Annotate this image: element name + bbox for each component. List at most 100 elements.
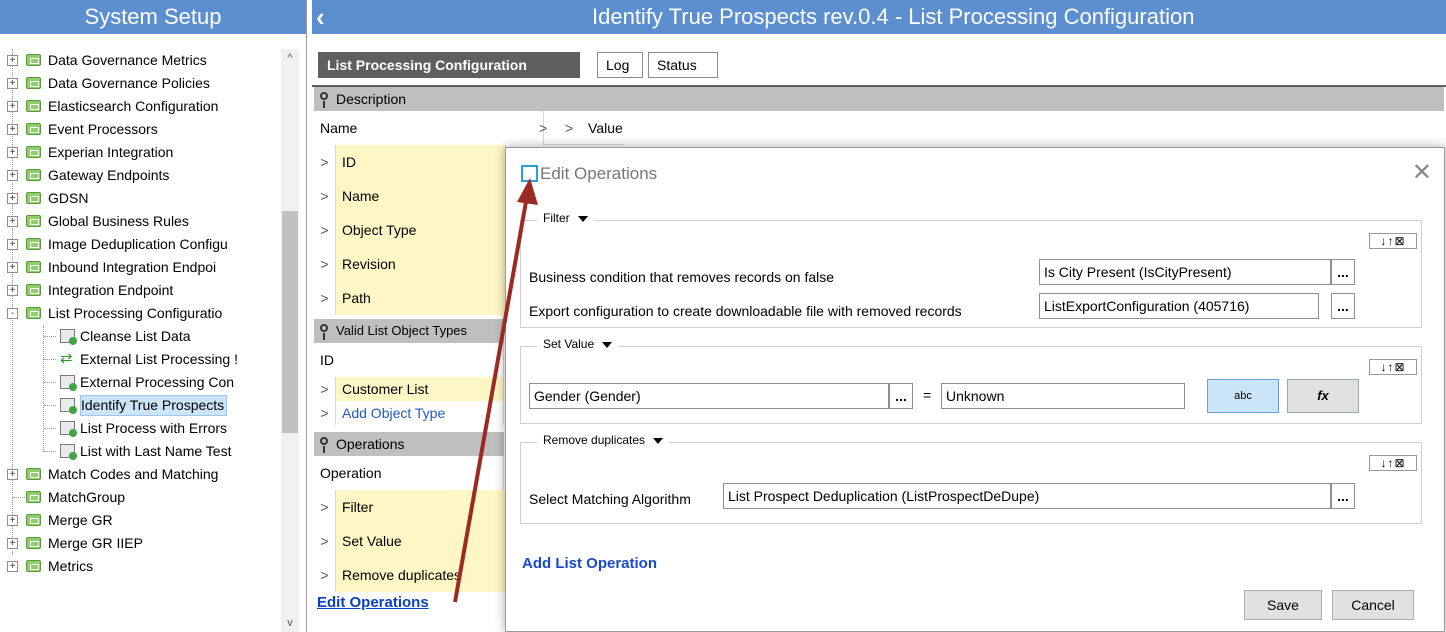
table-row[interactable]: > Set Value bbox=[314, 524, 506, 558]
tree-item[interactable]: + Experian Integration bbox=[0, 141, 281, 164]
tree-item[interactable]: + Image Deduplication Configu bbox=[0, 233, 281, 256]
tree-scrollbar[interactable]: ^ v bbox=[281, 49, 299, 632]
attribute-field[interactable]: Gender (Gender) bbox=[529, 383, 889, 409]
tree-item[interactable]: MatchGroup bbox=[0, 486, 281, 509]
tree-item[interactable]: + Integration Endpoint bbox=[0, 279, 281, 302]
tree-item[interactable]: + Elasticsearch Configuration bbox=[0, 95, 281, 118]
table-row[interactable]: > ID bbox=[314, 145, 506, 179]
tree-item[interactable]: + GDSN bbox=[0, 187, 281, 210]
add-object-type-link[interactable]: Add Object Type bbox=[336, 401, 504, 425]
chevron-right-icon[interactable]: > bbox=[314, 281, 336, 315]
expand-icon[interactable]: + bbox=[7, 285, 18, 296]
tree-item[interactable]: - List Processing Configuratio bbox=[0, 302, 281, 325]
expand-icon[interactable]: + bbox=[7, 55, 18, 66]
tree-item[interactable]: + Match Codes and Matching bbox=[0, 463, 281, 486]
chevron-right-icon[interactable]: > bbox=[314, 179, 336, 213]
caret-down-icon[interactable] bbox=[602, 341, 613, 348]
text-mode-button[interactable]: abc bbox=[1207, 379, 1279, 413]
tree-item[interactable]: + Global Business Rules bbox=[0, 210, 281, 233]
cancel-button[interactable]: Cancel bbox=[1332, 590, 1414, 620]
table-row[interactable]: > Customer List bbox=[314, 377, 504, 401]
edit-operations-link[interactable]: Edit Operations bbox=[317, 594, 429, 611]
chevron-right-icon[interactable]: > bbox=[314, 558, 336, 592]
operations-section-header[interactable]: Operations bbox=[314, 432, 504, 456]
tree-child-item[interactable]: Cleanse List Data bbox=[0, 325, 281, 348]
expand-icon[interactable]: + bbox=[7, 538, 18, 549]
caret-down-icon[interactable] bbox=[653, 437, 664, 444]
move-controls[interactable]: ↓↑⊠ bbox=[1369, 233, 1417, 249]
chevron-right-icon[interactable]: > bbox=[314, 401, 336, 425]
expand-icon[interactable]: + bbox=[7, 561, 18, 572]
chevron-right-icon[interactable]: > bbox=[539, 111, 547, 145]
expand-icon[interactable]: + bbox=[7, 262, 18, 273]
move-controls[interactable]: ↓↑⊠ bbox=[1369, 455, 1417, 471]
scroll-down-icon[interactable]: v bbox=[281, 614, 299, 632]
tree-item[interactable]: + Metrics bbox=[0, 555, 281, 578]
chevron-right-icon[interactable]: > bbox=[314, 247, 336, 281]
attribute-browse-button[interactable]: ... bbox=[889, 383, 913, 409]
tab-log[interactable]: Log bbox=[597, 52, 643, 78]
add-list-operation-link[interactable]: Add List Operation bbox=[522, 555, 657, 572]
tree-child-item[interactable]: List Process with Errors bbox=[0, 417, 281, 440]
chevron-right-icon[interactable]: > bbox=[565, 111, 573, 145]
tree-child-item[interactable]: List with Last Name Test bbox=[0, 440, 281, 463]
export-field[interactable]: ListExportConfiguration (405716) bbox=[1039, 293, 1319, 319]
pin-icon[interactable] bbox=[320, 92, 328, 108]
tree-child-item[interactable]: ⇄ External List Processing ! bbox=[0, 348, 281, 371]
save-button[interactable]: Save bbox=[1244, 590, 1322, 620]
condition-field[interactable]: Is City Present (IsCityPresent) bbox=[1039, 259, 1331, 285]
tree-item[interactable]: + Merge GR bbox=[0, 509, 281, 532]
matching-algorithm-field[interactable]: List Prospect Deduplication (ListProspec… bbox=[723, 483, 1331, 509]
tree-child-item[interactable]: Identify True Prospects bbox=[0, 394, 281, 417]
expand-icon[interactable]: + bbox=[7, 193, 18, 204]
expand-icon[interactable]: + bbox=[7, 515, 18, 526]
expand-icon[interactable]: + bbox=[7, 147, 18, 158]
description-section-header[interactable]: Description bbox=[314, 87, 1444, 111]
tree-child-item[interactable]: External Processing Con bbox=[0, 371, 281, 394]
expand-icon[interactable]: + bbox=[7, 124, 18, 135]
chevron-right-icon[interactable]: > bbox=[314, 213, 336, 247]
expand-icon[interactable]: + bbox=[7, 170, 18, 181]
tab-list-processing-configuration[interactable]: List Processing Configuration bbox=[318, 52, 580, 78]
tree-item[interactable]: + Data Governance Policies bbox=[0, 72, 281, 95]
scroll-up-icon[interactable]: ^ bbox=[281, 49, 299, 67]
tree-item[interactable]: + Inbound Integration Endpoi bbox=[0, 256, 281, 279]
value-field[interactable]: Unknown bbox=[941, 383, 1185, 409]
export-browse-button[interactable]: ... bbox=[1331, 293, 1355, 319]
table-row[interactable]: > Revision bbox=[314, 247, 506, 281]
chevron-left-icon[interactable]: ‹ bbox=[316, 2, 325, 32]
tree-item[interactable]: + Data Governance Metrics bbox=[0, 49, 281, 72]
collapse-icon[interactable]: - bbox=[7, 308, 18, 319]
close-icon[interactable]: ✕ bbox=[1412, 158, 1432, 187]
condition-browse-button[interactable]: ... bbox=[1331, 259, 1355, 285]
set-value-group-title[interactable]: Set Value bbox=[537, 337, 619, 351]
pin-icon[interactable] bbox=[320, 324, 328, 340]
table-row[interactable]: > Name bbox=[314, 179, 506, 213]
move-controls[interactable]: ↓↑⊠ bbox=[1369, 359, 1417, 375]
chevron-right-icon[interactable]: > bbox=[314, 377, 336, 401]
expand-icon[interactable]: + bbox=[7, 239, 18, 250]
chevron-right-icon[interactable]: > bbox=[314, 490, 336, 524]
formula-icon[interactable]: fx bbox=[1287, 379, 1359, 413]
scroll-thumb[interactable] bbox=[282, 211, 298, 433]
chevron-right-icon[interactable]: > bbox=[314, 145, 336, 179]
tree-item[interactable]: + Event Processors bbox=[0, 118, 281, 141]
add-object-type-row[interactable]: > Add Object Type bbox=[314, 401, 504, 425]
valid-types-section-header[interactable]: Valid List Object Types bbox=[314, 319, 504, 343]
tab-status[interactable]: Status bbox=[648, 52, 718, 78]
expand-icon[interactable]: + bbox=[7, 216, 18, 227]
remove-duplicates-group-title[interactable]: Remove duplicates bbox=[537, 433, 670, 447]
pin-icon[interactable] bbox=[320, 437, 328, 453]
table-row[interactable]: > Path bbox=[314, 281, 506, 315]
table-row[interactable]: > Filter bbox=[314, 490, 506, 524]
expand-icon[interactable]: + bbox=[7, 469, 18, 480]
caret-down-icon[interactable] bbox=[577, 215, 588, 222]
tree-item[interactable]: + Gateway Endpoints bbox=[0, 164, 281, 187]
expand-icon[interactable]: + bbox=[7, 101, 18, 112]
filter-group-title[interactable]: Filter bbox=[537, 211, 594, 225]
tree-item[interactable]: + Merge GR IIEP bbox=[0, 532, 281, 555]
matching-browse-button[interactable]: ... bbox=[1331, 483, 1355, 509]
expand-icon[interactable]: + bbox=[7, 78, 18, 89]
table-row[interactable]: > Remove duplicates bbox=[314, 558, 506, 592]
table-row[interactable]: > Object Type bbox=[314, 213, 506, 247]
